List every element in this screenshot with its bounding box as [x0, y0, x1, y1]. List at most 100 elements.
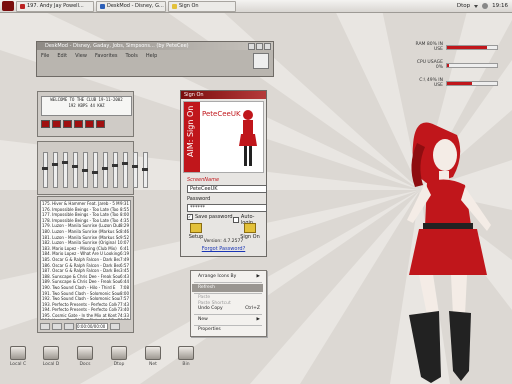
folder-icon — [77, 346, 93, 360]
aim-brand: PeteCeeUK — [202, 110, 241, 118]
disk-meter-fill — [447, 81, 472, 85]
character-illustration — [407, 122, 491, 383]
playlist-row-title: 196. Kontor Top Of The Clubs Vol 17 - CD… — [42, 318, 117, 319]
eq-band-slider[interactable] — [102, 152, 108, 188]
aim-window-title[interactable]: Sign On — [181, 91, 266, 99]
screenname-field[interactable]: PeteCeeUK — [187, 185, 267, 193]
sign-on-icon — [244, 223, 256, 233]
close-button[interactable] — [264, 43, 271, 50]
maximize-button[interactable] — [256, 43, 263, 50]
save-password-checkbox[interactable]: ✓ Save password — [187, 214, 233, 220]
winamp-icon — [20, 3, 25, 9]
taskbar-item-deskmod[interactable]: DeskMod - Disney, G... — [96, 0, 166, 12]
window-title[interactable]: DeskMod - Disney, Gaday, Jobs, Simpsons.… — [37, 42, 273, 50]
recycle-bin-icon — [178, 346, 194, 360]
winamp-equalizer — [37, 141, 148, 195]
playlist-row-duration: 76:53 — [117, 318, 129, 319]
eq-band-slider[interactable] — [82, 152, 88, 188]
pause-icon[interactable] — [63, 120, 72, 128]
playlist-row[interactable]: 196. Kontor Top Of The Clubs Vol 17 - CD… — [41, 318, 130, 319]
desktop-icon-dtop[interactable]: Dtop — [106, 346, 132, 367]
eq-band-slider[interactable] — [132, 152, 138, 188]
setup-icon — [190, 223, 202, 233]
minimize-button[interactable] — [248, 43, 255, 50]
ram-meter: RAM 80% IN USE — [410, 42, 498, 52]
tray-status-icon[interactable] — [482, 3, 489, 9]
previous-icon[interactable] — [41, 120, 50, 128]
menu-separator — [194, 314, 262, 315]
tray-label[interactable]: Dtop — [457, 3, 470, 9]
eq-sliders — [42, 152, 148, 188]
taskbar: 197. Andy Jay Powell... DeskMod - Disney… — [0, 0, 512, 13]
password-label: Password — [187, 196, 211, 202]
menu-file[interactable]: File — [41, 53, 49, 59]
window-controls — [248, 43, 271, 50]
eq-band-slider[interactable] — [142, 152, 148, 188]
menu-favorites[interactable]: Favorites — [95, 53, 118, 59]
menu-edit[interactable]: Edit — [57, 53, 67, 59]
menu-tools[interactable]: Tools — [126, 53, 138, 59]
sign-on-button[interactable]: Sign On — [239, 223, 261, 240]
playlist-items: 175. Hiver & Hammer Feat. Jareb - 5 Mill… — [40, 200, 131, 320]
eq-band-slider[interactable] — [62, 152, 68, 188]
play-icon[interactable] — [52, 120, 61, 128]
drive-icon — [10, 346, 26, 360]
cpu-meter-fill — [447, 63, 449, 67]
playlist-remove-button[interactable] — [52, 322, 62, 330]
network-icon — [145, 346, 161, 360]
aim-version: Version: 4.7.2577 — [203, 239, 244, 244]
eq-preamp-slider[interactable] — [42, 152, 48, 188]
desktop-icon-bin[interactable]: Bin — [173, 346, 199, 367]
deskmod-window: DeskMod - Disney, Gaday, Jobs, Simpsons.… — [36, 41, 274, 77]
start-button[interactable] — [2, 1, 14, 11]
menu-help[interactable]: Help — [146, 53, 157, 59]
aim-sign-on-window: Sign On AIM: Sign On PeteCeeUK ScreenNam… — [180, 90, 267, 257]
drive-icon — [43, 346, 59, 360]
password-field[interactable]: ****** — [187, 204, 267, 212]
clock: 19:16 — [492, 3, 508, 9]
menu-item-arrange-icons[interactable]: Arrange Icons By ▶ — [192, 273, 263, 281]
system-tray: Dtop 19:16 — [457, 0, 512, 12]
eject-icon[interactable] — [96, 120, 105, 128]
playlist-add-button[interactable] — [40, 322, 50, 330]
playlist-footer: 0:00:00/00:00 — [40, 322, 129, 330]
playlist-select-button[interactable] — [64, 322, 74, 330]
menu-item-refresh[interactable]: Refresh — [192, 284, 263, 292]
eq-band-slider[interactable] — [92, 152, 98, 188]
disk-meter: C:\ 49% IN USE — [410, 78, 498, 88]
forgot-password-link[interactable]: Forgot Password? — [181, 246, 266, 252]
aim-icon — [172, 3, 177, 9]
eq-band-slider[interactable] — [72, 152, 78, 188]
transport-controls — [41, 120, 105, 128]
winamp-display: WELCOME TO THE CLUB 19-11-2002 192 KBPS … — [41, 96, 132, 116]
browser-icon — [100, 3, 105, 9]
desktop-icon-docs[interactable]: Docs — [72, 346, 98, 367]
taskbar-item-sign-on[interactable]: Sign On — [168, 0, 236, 12]
menu-item-new[interactable]: New ▶ — [192, 316, 263, 324]
setup-button[interactable]: Setup — [185, 223, 207, 240]
menu-item-properties[interactable]: Properties — [192, 326, 263, 334]
checkbox-checked-icon: ✓ — [187, 214, 193, 220]
menu-view[interactable]: View — [75, 53, 87, 59]
eq-band-slider[interactable] — [122, 152, 128, 188]
eq-band-slider[interactable] — [52, 152, 58, 188]
bitrate-display: 192 KBPS 44 KHZ — [68, 103, 105, 108]
menu-separator — [194, 282, 262, 283]
character-thumbnail-icon — [239, 110, 257, 166]
playlist-misc-button[interactable] — [110, 322, 120, 330]
winamp-playlist: 175. Hiver & Hammer Feat. Jareb - 5 Mill… — [37, 196, 134, 333]
cpu-meter-label: CPU USAGE 0% — [416, 60, 443, 70]
menu-item-undo-copy[interactable]: Undo Copy Ctrl+Z — [192, 305, 263, 313]
desktop-context-menu: Arrange Icons By ▶ Refresh Paste Paste Sh… — [190, 270, 267, 337]
ram-meter-label: RAM 80% IN USE — [415, 42, 443, 52]
stop-icon[interactable] — [74, 120, 83, 128]
desktop-icon-net[interactable]: Net — [140, 346, 166, 367]
eq-band-slider[interactable] — [112, 152, 118, 188]
desktop-icon-local-d[interactable]: Local D — [38, 346, 64, 367]
chevron-down-icon[interactable] — [474, 4, 479, 8]
next-icon[interactable] — [85, 120, 94, 128]
desktop-icon-local-c[interactable]: Local C — [5, 346, 31, 367]
winamp-main-window: WELCOME TO THE CLUB 19-11-2002 192 KBPS … — [37, 91, 134, 137]
ram-meter-fill — [447, 45, 487, 49]
taskbar-item-winamp[interactable]: 197. Andy Jay Powell... — [16, 0, 94, 12]
